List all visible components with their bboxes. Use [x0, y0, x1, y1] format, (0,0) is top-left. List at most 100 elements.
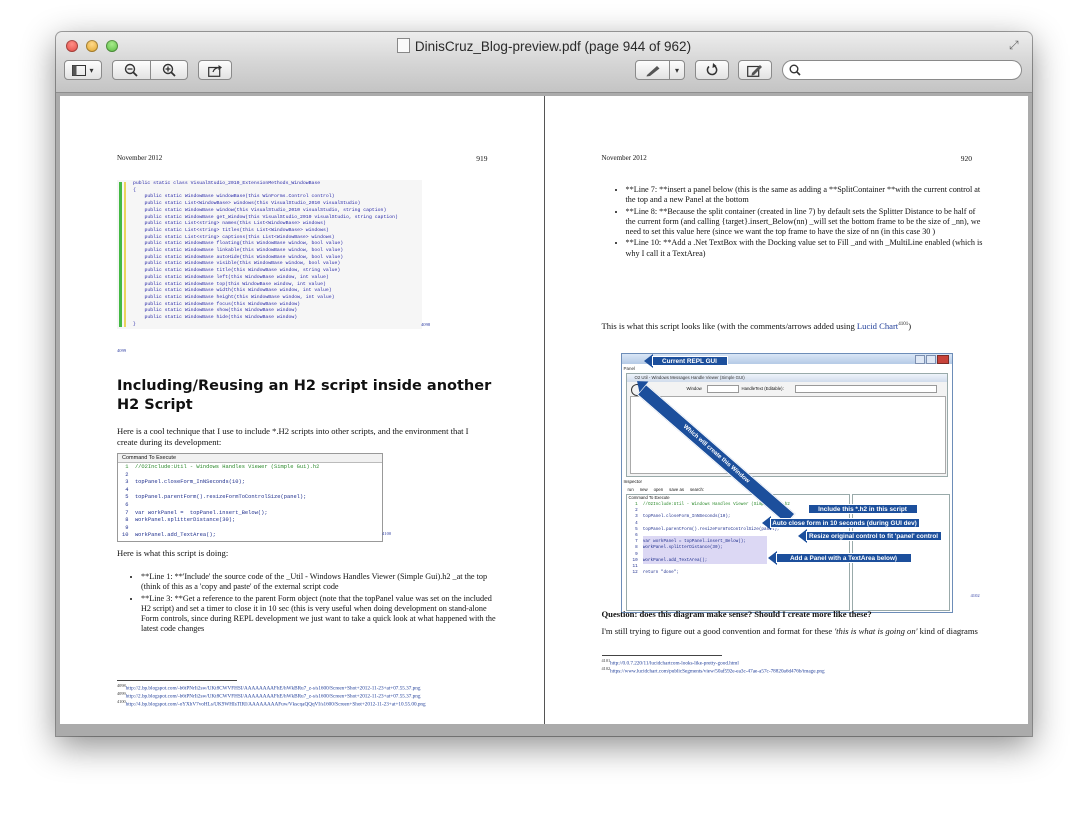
highlighter-icon [646, 65, 659, 76]
figure-ref: 4100 [382, 531, 392, 536]
search-field[interactable] [782, 60, 1022, 80]
command-box: Command To Execute 1 //O2Include:Util - … [117, 453, 383, 542]
fullscreen-icon[interactable]: ⤢ [1009, 39, 1022, 52]
inspector-label: Inspector [623, 479, 643, 484]
code-line: 9 [122, 524, 135, 531]
search-icon [789, 64, 801, 76]
screenshot-code: 1 //O2Include:Util - Windows Handles Vie… [633, 502, 790, 576]
annotated-screenshot: Panel O2 Util - Windows Messages Handle … [620, 353, 953, 613]
code-line: public static List<string> titles(this L… [133, 227, 329, 233]
list-item: **Line 10: **Add a .Net TextBox with the… [626, 238, 986, 259]
code-line: public static WindowBase height(this Win… [133, 294, 335, 300]
panel-label: Panel [623, 366, 636, 371]
inspector-toolbar-item: open [653, 487, 664, 492]
zoom-controls [112, 60, 188, 80]
code-line: 12 return "done"; [632, 570, 679, 576]
code-line: 5 topPanel.parentForm().resizeFormToCont… [122, 494, 307, 501]
annotation-auto-close: Auto close form in 10 seconds (during GU… [769, 518, 920, 528]
explanation-list: **Line 1: **'Include' the source code of… [129, 572, 501, 636]
explanation-lead: Here is what this script is doing: [117, 548, 229, 558]
search-input[interactable] [805, 63, 1017, 79]
rotate-icon [706, 63, 718, 76]
edit-toolbar-button[interactable] [738, 60, 772, 80]
page-number: 920 [960, 154, 972, 163]
annotation-resize: Resize original control to fit 'panel' c… [805, 531, 942, 541]
list-item: **Line 3: **Get a reference to the paren… [141, 594, 501, 635]
command-box-title: Command To Execute [118, 454, 382, 463]
code-line: public static WindowBase linkable(this W… [133, 248, 344, 254]
rotate-button[interactable] [695, 60, 729, 80]
script-looks-paragraph: This is what this script looks like (wit… [601, 320, 912, 331]
figure-ref: 4098 [421, 322, 431, 327]
code-screenshot: public static class VisualStudio_2010_Ex… [117, 180, 422, 329]
zoom-in-icon [162, 63, 176, 77]
document-area[interactable]: November 2012 919 public static class Vi… [60, 96, 1028, 724]
code-line: public static WindowBase hide(this Windo… [133, 315, 298, 321]
figure-ref: 4102 [970, 593, 980, 598]
code-line: 3 topPanel.closeForm_InNSeconds(10); [122, 479, 245, 486]
zoom-in-button[interactable] [151, 61, 188, 79]
trying-paragraph: I'm still trying to figure out a good co… [601, 626, 978, 636]
code-line: 1 //O2Include:Util - Windows Handles Vie… [122, 464, 320, 470]
page-right: November 2012 920 **Line 7: **insert a p… [544, 96, 1028, 724]
question-text: Question: does this diagram make sense? … [601, 609, 872, 619]
chevron-down-icon: ▾ [89, 65, 94, 75]
intro-paragraph: Here is a cool technique that I use to i… [117, 426, 469, 447]
annotation-add-panel: Add a Panel with a TextArea below) [775, 553, 912, 563]
footnote-link[interactable]: https://www.lucidchart.com/publicSegment… [610, 669, 824, 675]
code-line: } [133, 321, 136, 327]
code-line: public static WindowBase width(this Wind… [133, 288, 332, 294]
code-line: 2 [122, 471, 135, 478]
code-line: public static WindowBase window(this Vis… [133, 207, 387, 213]
code-line: 7 var workPanel = topPanel.insert_Below(… [122, 509, 268, 516]
code-line: 8 workPanel.splitterDistance(30); [122, 517, 236, 524]
inner-window-title: O2 Util - Windows Messages Handle Viewer… [634, 375, 745, 380]
page-number: 919 [476, 154, 488, 163]
sidebar-view-button[interactable]: ▾ [64, 60, 102, 80]
page-header-date: November 2012 [601, 154, 647, 162]
code-listing: public static class VisualStudio_2010_Ex… [133, 181, 398, 328]
pdf-document-icon [396, 38, 410, 53]
pen-box-icon [747, 64, 762, 77]
chevron-down-icon[interactable]: ▾ [670, 66, 684, 75]
code-line: 4 [122, 486, 135, 493]
zoom-out-icon [125, 63, 138, 77]
list-item: **Line 1: **'Include' the source code of… [141, 572, 501, 593]
code-line: public static List<WindowBase> windows(t… [133, 201, 361, 207]
list-item: **Line 8: **Because the split container … [626, 207, 986, 238]
code-line: public static WindowBase title(this Wind… [133, 268, 341, 274]
page-left: November 2012 919 public static class Vi… [60, 96, 545, 724]
footnote: 4100http://4.bp.blogspot.com/-oYXhV7voHL… [117, 699, 426, 708]
annotate-button[interactable]: ▾ [635, 60, 685, 80]
footnote-link[interactable]: http://4.bp.blogspot.com/-oYXhV7voHLs/UK… [126, 702, 426, 708]
lucid-chart-link[interactable]: Lucid Chart [857, 321, 898, 331]
annotation-include: Include this *.h2 in this script [807, 504, 918, 514]
share-button[interactable] [198, 60, 232, 80]
inspector-toolbar-item: new [639, 487, 648, 492]
footnote: 4102https://www.lucidchart.com/publicSeg… [601, 666, 825, 675]
window-title: DinisCruz_Blog-preview.pdf (page 944 of … [56, 38, 1032, 54]
figure-ref: 4099 [117, 348, 127, 353]
inspector-toolbar: run new open save as search: [628, 487, 705, 492]
page-header-date: November 2012 [117, 154, 163, 162]
code-line: public static WindowBase left(this Windo… [133, 274, 329, 280]
code-line: public static List<string> names(this Li… [133, 221, 326, 227]
script-listing: 1 //O2Include:Util - Windows Handles Vie… [122, 464, 319, 540]
list-item: **Line 7: **insert a panel below (this i… [626, 185, 986, 206]
inspector-toolbar-item: save as [669, 487, 684, 492]
highlight-tool[interactable] [636, 61, 669, 79]
inspector-toolbar-item: run [627, 487, 634, 492]
code-line: 6 [122, 501, 135, 508]
window-title-text: DinisCruz_Blog-preview.pdf (page 944 of … [414, 39, 692, 54]
share-icon [207, 64, 222, 77]
zoom-out-button[interactable] [113, 61, 150, 79]
annotation-current-repl: Current REPL GUI [651, 356, 728, 366]
section-heading: Including/Reusing an H2 script inside an… [117, 378, 492, 413]
preview-window: DinisCruz_Blog-preview.pdf (page 944 of … [56, 32, 1032, 736]
sidebar-icon [72, 64, 87, 76]
title-bar: DinisCruz_Blog-preview.pdf (page 944 of … [56, 32, 1032, 93]
code-line: public static class VisualStudio_2010_Ex… [133, 181, 321, 186]
inspector-toolbar-item: search: [689, 487, 705, 492]
code-line: 10 workPanel.add_TextArea(); [122, 532, 216, 539]
explanation-list: **Line 7: **insert a panel below (this i… [614, 185, 986, 260]
